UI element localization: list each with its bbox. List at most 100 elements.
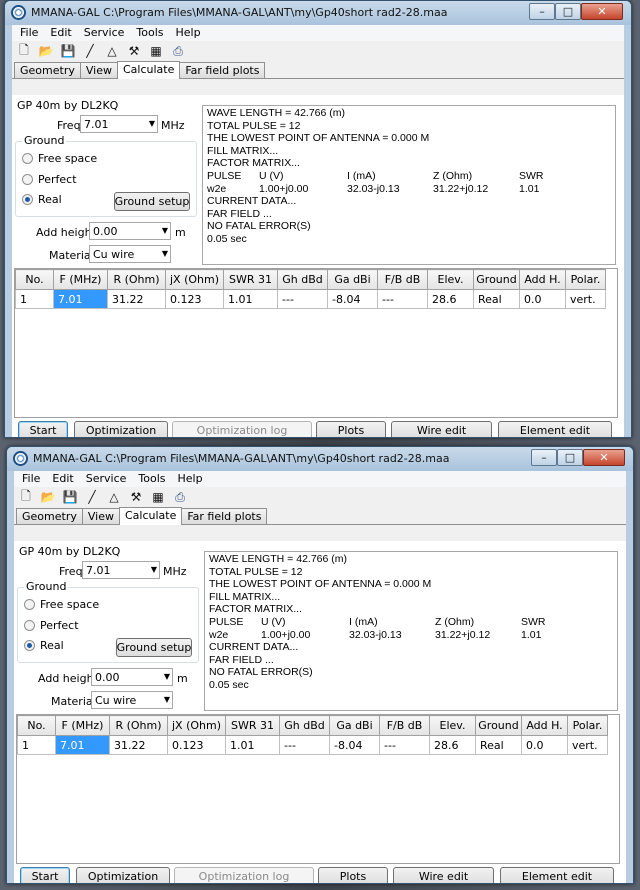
tab-view[interactable]: View	[79, 62, 118, 78]
radio-real[interactable]: Real	[22, 193, 62, 206]
table-row[interactable]: 1 7.01 31.22 0.123 1.01 --- -8.04 --- 28…	[17, 735, 608, 755]
column-header[interactable]: Elev.	[429, 715, 476, 736]
chevron-down-icon[interactable]: ▼	[164, 695, 170, 704]
chevron-down-icon[interactable]: ▼	[162, 249, 168, 258]
column-header[interactable]: F/B dB	[377, 269, 428, 290]
menu-help[interactable]: Help	[170, 25, 207, 41]
close-button[interactable]: ✕	[583, 449, 625, 466]
column-header[interactable]: No.	[17, 715, 56, 736]
grid-cell-selected[interactable]: 7.01	[53, 289, 108, 309]
grid-cell[interactable]: 1	[15, 289, 54, 309]
grid-cell[interactable]: vert.	[565, 289, 606, 309]
menu-edit[interactable]: Edit	[44, 25, 77, 41]
plots-button[interactable]: Plots	[316, 421, 386, 437]
results-grid[interactable]: No. F (MHz) R (Ohm) jX (Ohm) SWR 31 Gh d…	[16, 714, 620, 864]
start-button[interactable]: Start	[18, 421, 68, 437]
column-header[interactable]: No.	[15, 269, 54, 290]
table-row[interactable]: 1 7.01 31.22 0.123 1.01 --- -8.04 --- 28…	[15, 289, 606, 309]
open-icon[interactable]: 📂	[38, 43, 54, 59]
material-combo[interactable]: Cu wire ▼	[91, 691, 173, 709]
radio-icon[interactable]	[24, 599, 35, 610]
menu-tools[interactable]: Tools	[130, 25, 169, 41]
open-icon[interactable]: 📂	[40, 489, 56, 505]
column-header[interactable]: F (MHz)	[55, 715, 110, 736]
wire-edit-button[interactable]: Wire edit	[391, 421, 492, 437]
column-header[interactable]: Ga dBi	[329, 715, 380, 736]
grid-cell[interactable]: ---	[277, 289, 328, 309]
calculation-log[interactable]: WAVE LENGTH = 42.766 (m) TOTAL PULSE = 1…	[202, 105, 616, 265]
grid-cell[interactable]: ---	[377, 289, 428, 309]
menu-help[interactable]: Help	[172, 471, 209, 487]
column-header[interactable]: Polar.	[565, 269, 606, 290]
element-edit-button[interactable]: Element edit	[498, 421, 612, 437]
mmana-app-icon[interactable]	[11, 5, 26, 20]
chevron-down-icon[interactable]: ▼	[149, 119, 155, 128]
mmana-app-icon[interactable]	[13, 451, 28, 466]
grid-cell[interactable]: -8.04	[327, 289, 378, 309]
title-bar[interactable]: MMANA-GAL C:\Program Files\MMANA-GAL\ANT…	[7, 447, 633, 471]
column-header[interactable]: Gh dBd	[279, 715, 330, 736]
menu-file[interactable]: File	[16, 471, 46, 487]
menu-tools[interactable]: Tools	[132, 471, 171, 487]
chevron-down-icon[interactable]: ▼	[151, 565, 157, 574]
grid-cell[interactable]: 0.0	[521, 735, 568, 755]
freq-combo[interactable]: 7.01 ▼	[80, 115, 158, 133]
tab-geometry[interactable]: Geometry	[14, 62, 81, 78]
menu-file[interactable]: File	[14, 25, 44, 41]
chevron-down-icon[interactable]: ▼	[162, 226, 168, 235]
start-button[interactable]: Start	[20, 867, 70, 883]
grid-cell[interactable]: 0.0	[519, 289, 566, 309]
ground-setup-button[interactable]: Ground setup	[116, 638, 192, 657]
grid-cell[interactable]: ---	[379, 735, 430, 755]
grid-cell-selected[interactable]: 7.01	[55, 735, 110, 755]
ground-setup-button[interactable]: Ground setup	[114, 192, 190, 211]
radio-perfect[interactable]: Perfect	[22, 173, 77, 186]
radio-free-space[interactable]: Free space	[24, 598, 99, 611]
radio-real[interactable]: Real	[24, 639, 64, 652]
column-header[interactable]: Polar.	[567, 715, 608, 736]
element-edit-button[interactable]: Element edit	[500, 867, 614, 883]
column-header[interactable]: Elev.	[427, 269, 474, 290]
grid-cell[interactable]: 31.22	[107, 289, 166, 309]
optimization-log-button[interactable]: Optimization log	[172, 421, 312, 437]
print-icon[interactable]: ⎙	[170, 43, 186, 59]
calculator-icon[interactable]: ▦	[150, 489, 166, 505]
column-header[interactable]: Ground	[475, 715, 522, 736]
column-header[interactable]: jX (Ohm)	[167, 715, 226, 736]
wire-edit-button[interactable]: Wire edit	[393, 867, 494, 883]
grid-cell[interactable]: Real	[475, 735, 522, 755]
maximize-button[interactable]: □	[555, 3, 581, 20]
triangle-icon[interactable]: △	[106, 489, 122, 505]
grid-cell[interactable]: 0.123	[167, 735, 226, 755]
column-header[interactable]: Gh dBd	[277, 269, 328, 290]
grid-cell[interactable]: Real	[473, 289, 520, 309]
optimization-button[interactable]: Optimization	[76, 867, 170, 883]
tab-far-field-plots[interactable]: Far field plots	[181, 508, 268, 524]
column-header[interactable]: R (Ohm)	[107, 269, 166, 290]
column-header[interactable]: Add H.	[521, 715, 568, 736]
print-icon[interactable]: ⎙	[172, 489, 188, 505]
radio-perfect[interactable]: Perfect	[24, 619, 79, 632]
tab-geometry[interactable]: Geometry	[16, 508, 83, 524]
grid-cell[interactable]: 1.01	[223, 289, 278, 309]
calculator-icon[interactable]: ▦	[148, 43, 164, 59]
new-icon[interactable]: 🗋	[18, 489, 34, 505]
grid-cell[interactable]: 0.123	[165, 289, 224, 309]
optimization-log-button[interactable]: Optimization log	[174, 867, 314, 883]
line-icon[interactable]: ╱	[82, 43, 98, 59]
column-header[interactable]: F (MHz)	[53, 269, 108, 290]
column-header[interactable]: Ground	[473, 269, 520, 290]
radio-icon[interactable]	[24, 620, 35, 631]
tools-icon[interactable]: ⚒	[126, 43, 142, 59]
minimize-button[interactable]: –	[531, 449, 557, 466]
tab-calculate[interactable]: Calculate	[118, 507, 183, 525]
radio-free-space[interactable]: Free space	[22, 152, 97, 165]
column-header[interactable]: Add H.	[519, 269, 566, 290]
menu-service[interactable]: Service	[78, 25, 131, 41]
line-icon[interactable]: ╱	[84, 489, 100, 505]
tab-view[interactable]: View	[81, 508, 120, 524]
grid-cell[interactable]: 1	[17, 735, 56, 755]
column-header[interactable]: jX (Ohm)	[165, 269, 224, 290]
triangle-icon[interactable]: △	[104, 43, 120, 59]
grid-cell[interactable]: vert.	[567, 735, 608, 755]
